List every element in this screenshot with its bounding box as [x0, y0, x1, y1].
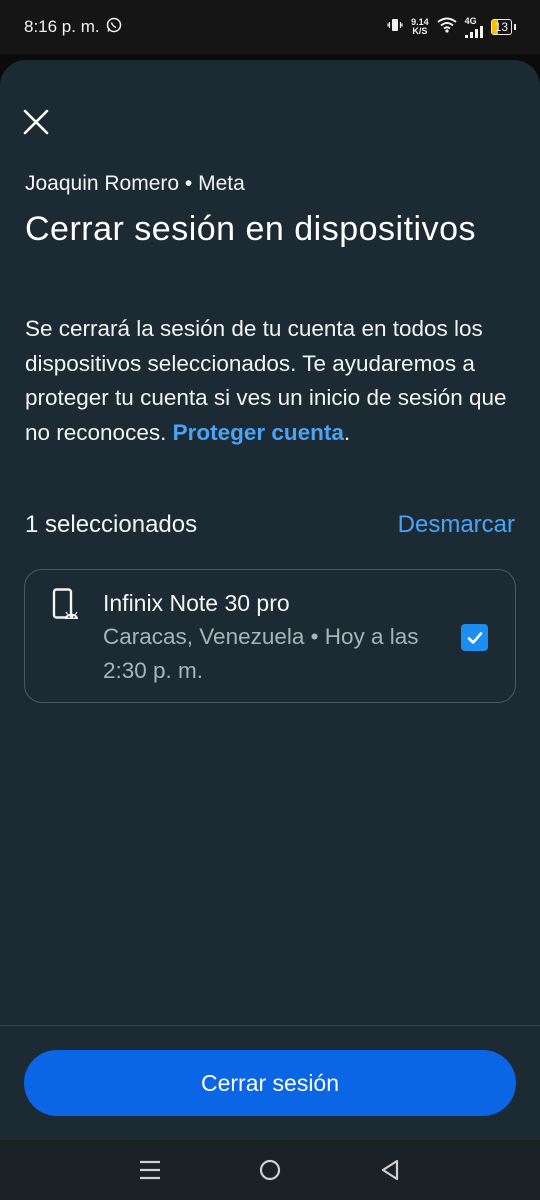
battery-tip	[514, 24, 516, 30]
device-name: Infinix Note 30 pro	[103, 590, 290, 616]
page-title: Cerrar sesión en dispositivos	[25, 210, 477, 248]
android-phone-icon	[51, 588, 81, 622]
device-checkbox[interactable]	[461, 624, 488, 651]
unmark-button[interactable]: Desmarcar	[398, 511, 515, 539]
status-left: 8:16 p. m.	[24, 17, 122, 38]
description-period: .	[343, 419, 351, 445]
protect-account-link[interactable]: Proteger cuenta	[173, 420, 344, 445]
vibrate-icon	[387, 17, 403, 38]
system-nav-bar	[0, 1140, 540, 1200]
home-icon	[259, 1159, 281, 1181]
check-icon	[467, 631, 482, 644]
net-speed: 9.14 K/S	[411, 18, 429, 36]
menu-icon	[140, 1160, 160, 1180]
close-icon	[23, 109, 49, 135]
network-type: 4G	[464, 15, 477, 26]
footer-divider	[0, 1025, 540, 1026]
battery-icon: 13	[490, 19, 512, 35]
status-bar: 8:16 p. m. 9.14 K/S 4G 13	[0, 0, 540, 54]
net-speed-unit: K/S	[412, 26, 428, 36]
battery-level: 13	[494, 20, 508, 34]
logout-button[interactable]: Cerrar sesión	[24, 1050, 516, 1116]
status-right: 9.14 K/S 4G 13	[387, 15, 516, 38]
account-line: Joaquin Romero • Meta	[25, 172, 245, 195]
selected-count: 1 seleccionados	[25, 511, 198, 538]
whatsapp-icon	[106, 17, 122, 38]
device-meta: Caracas, Venezuela • Hoy a las 2:30 p. m…	[103, 624, 419, 683]
home-button[interactable]	[250, 1150, 290, 1190]
menu-button[interactable]	[130, 1150, 170, 1190]
status-time: 8:16 p. m.	[24, 17, 100, 36]
wifi-icon	[437, 17, 457, 38]
close-button[interactable]	[20, 106, 52, 138]
description: Se cerrará la sesión de tu cuenta en tod…	[25, 312, 520, 450]
signal-icon: 4G	[464, 15, 483, 38]
back-icon	[381, 1159, 399, 1181]
back-button[interactable]	[370, 1150, 410, 1190]
logout-devices-sheet: Joaquin Romero • Meta Cerrar sesión en d…	[0, 60, 540, 1140]
device-card[interactable]: Infinix Note 30 pro Caracas, Venezuela •…	[24, 569, 516, 703]
